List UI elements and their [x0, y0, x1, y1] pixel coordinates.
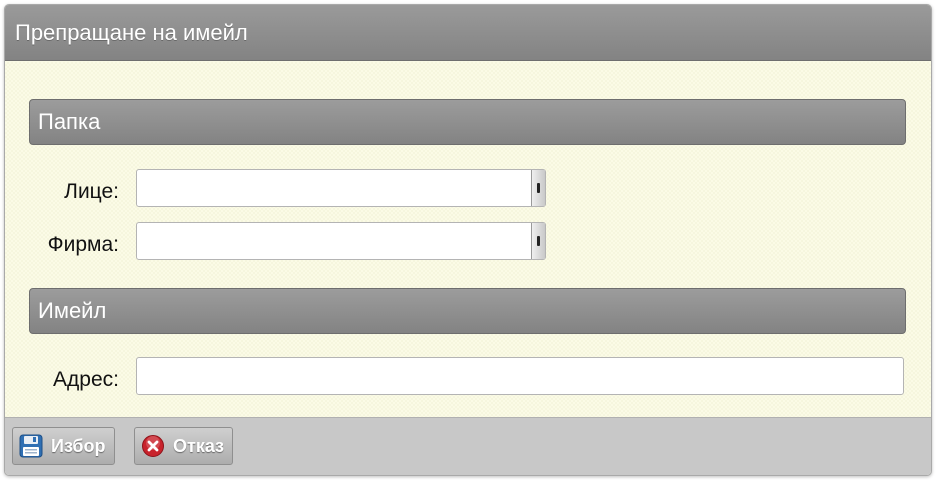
red-x-circle-icon	[141, 434, 165, 458]
folder-section-header: Папка	[29, 99, 906, 145]
person-dropdown-handle[interactable]	[531, 170, 545, 206]
email-section-title: Имейл	[38, 298, 107, 323]
dialog-body: Папка Лице: Фирма: Имейл Адрес:	[5, 62, 931, 419]
company-label: Фирма:	[47, 233, 119, 256]
cancel-button[interactable]: Отказ	[134, 427, 234, 465]
person-label: Лице:	[64, 180, 119, 203]
email-address-input[interactable]	[136, 357, 904, 395]
dropdown-handle-icon	[537, 183, 540, 193]
company-select[interactable]	[136, 222, 546, 260]
dropdown-handle-icon	[537, 236, 540, 246]
address-label: Адрес:	[53, 368, 119, 391]
dialog-title: Препращане на имейл	[15, 19, 248, 45]
cancel-button-label: Отказ	[173, 435, 225, 456]
select-button[interactable]: Избор	[12, 427, 115, 465]
dialog-footer: Избор Отказ	[5, 417, 931, 475]
company-dropdown-handle[interactable]	[531, 223, 545, 259]
forward-email-dialog: Препращане на имейл Папка Лице: Фирма: И…	[4, 4, 932, 476]
folder-section-title: Папка	[38, 109, 101, 134]
person-select[interactable]	[136, 169, 546, 207]
select-button-label: Избор	[51, 435, 106, 456]
floppy-disk-icon	[19, 434, 43, 458]
email-section-header: Имейл	[29, 288, 906, 334]
dialog-header: Препращане на имейл	[5, 5, 931, 61]
